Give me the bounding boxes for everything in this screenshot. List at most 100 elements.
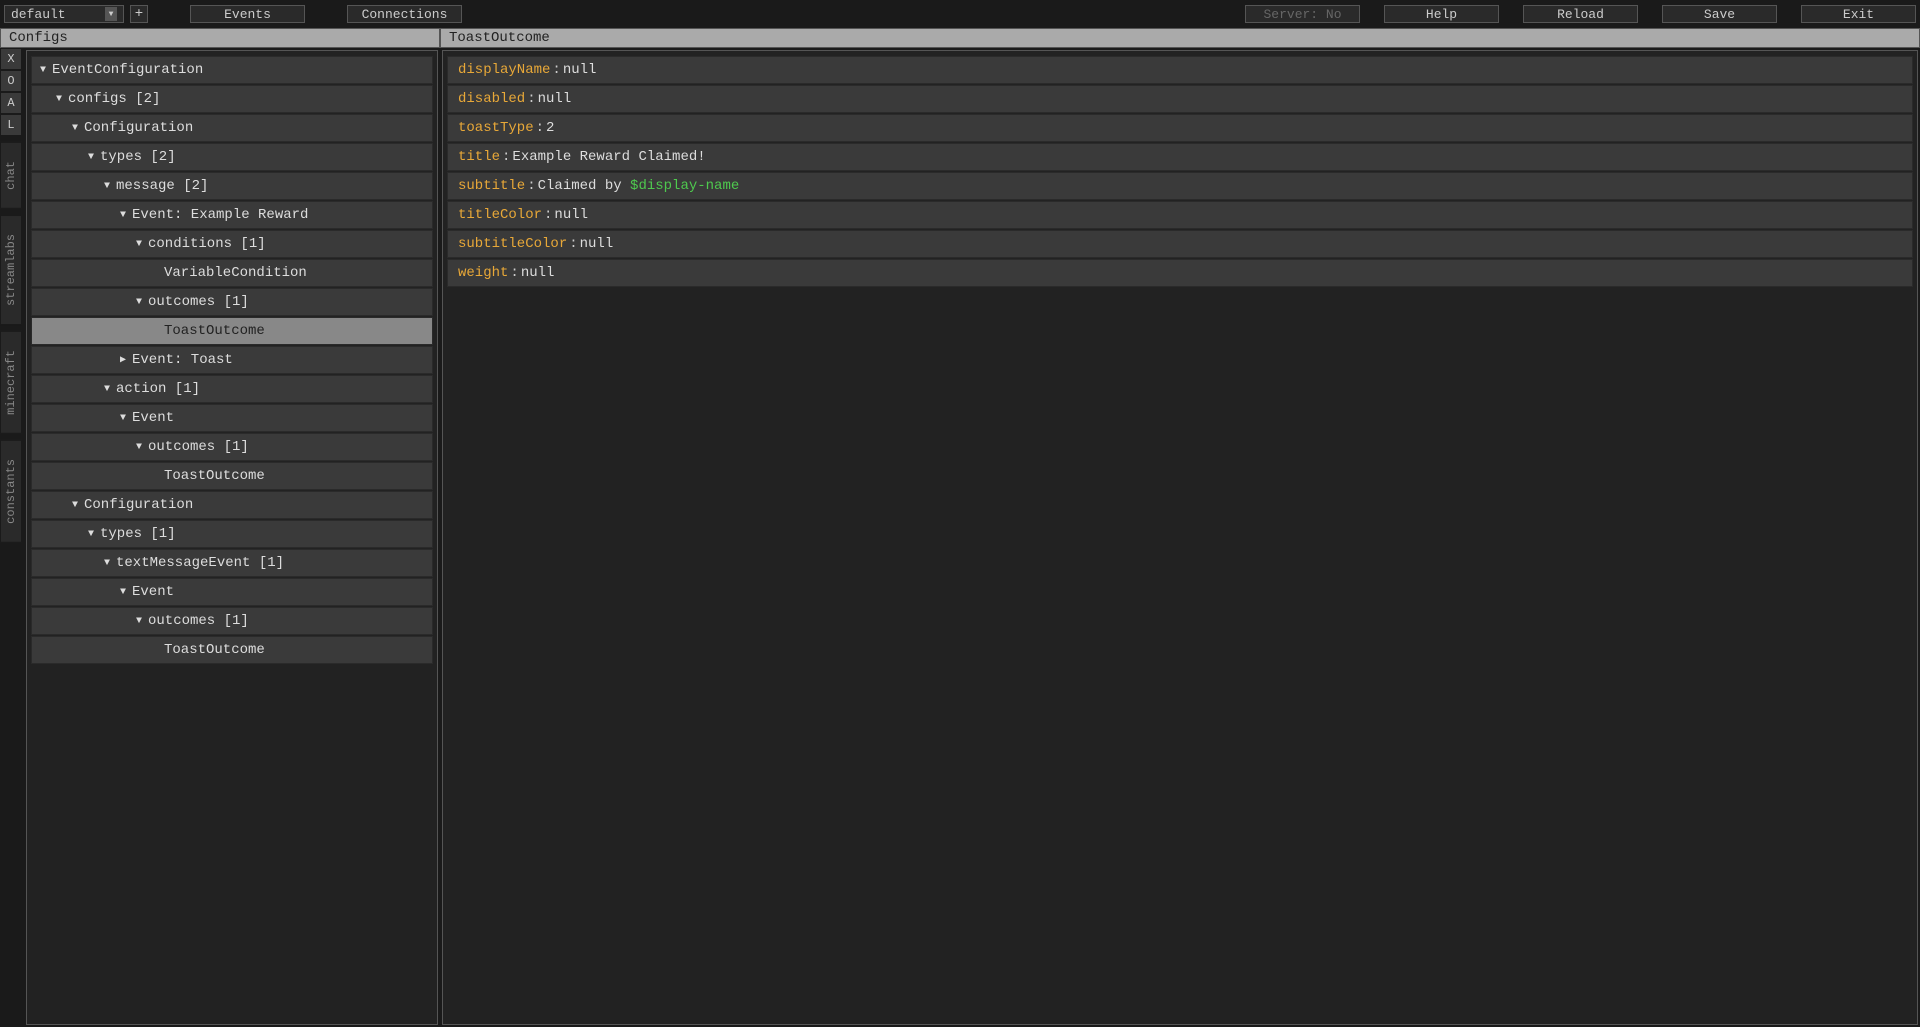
toolbar: default ▼ + Events Connections Server: N… xyxy=(0,0,1920,28)
profile-dropdown[interactable]: default ▼ xyxy=(4,5,124,23)
tree-row[interactable]: VariableCondition xyxy=(31,259,433,287)
property-value: Claimed by $display-name xyxy=(538,178,740,194)
caret-down-icon: ▼ xyxy=(88,152,100,163)
tree-row[interactable]: ▼ action [1] xyxy=(31,375,433,403)
tab-constants[interactable]: constants xyxy=(0,440,22,543)
property-row[interactable]: toastType: 2 xyxy=(447,114,1913,142)
tree-row[interactable]: ▼ Event xyxy=(31,578,433,606)
tree-label: action [1] xyxy=(116,381,200,397)
tree-row[interactable]: ▼ EventConfiguration xyxy=(31,56,433,84)
property-key: title xyxy=(458,149,500,165)
caret-down-icon: ▼ xyxy=(136,442,148,453)
property-value: null xyxy=(580,236,614,252)
exit-button[interactable]: Exit xyxy=(1801,5,1916,23)
tree-row[interactable]: ▼ textMessageEvent [1] xyxy=(31,549,433,577)
reload-button[interactable]: Reload xyxy=(1523,5,1638,23)
caret-down-icon: ▼ xyxy=(56,94,68,105)
separator: : xyxy=(502,149,510,165)
caret-down-icon: ▼ xyxy=(120,413,132,424)
tree-label: message [2] xyxy=(116,178,208,194)
caret-down-icon: ▼ xyxy=(136,616,148,627)
caret-down-icon: ▼ xyxy=(104,558,116,569)
separator: : xyxy=(510,265,518,281)
tree-label: ToastOutcome xyxy=(164,323,265,339)
tree-label: conditions [1] xyxy=(148,236,266,252)
tree-row[interactable]: ▼ Event xyxy=(31,404,433,432)
caret-down-icon: ▼ xyxy=(136,297,148,308)
tree-row[interactable]: ▼ types [2] xyxy=(31,143,433,171)
tree-row[interactable]: ▼ conditions [1] xyxy=(31,230,433,258)
caret-down-icon: ▼ xyxy=(120,587,132,598)
property-key: subtitleColor xyxy=(458,236,567,252)
property-row[interactable]: subtitleColor: null xyxy=(447,230,1913,258)
tree-row[interactable]: ToastOutcome xyxy=(31,317,433,345)
property-row[interactable]: title: Example Reward Claimed! xyxy=(447,143,1913,171)
tree-row[interactable]: ▼ Configuration xyxy=(31,114,433,142)
caret-down-icon: ▼ xyxy=(104,181,116,192)
tree-row[interactable]: ▶ Event: Toast xyxy=(31,346,433,374)
tree-row[interactable]: ▼ outcomes [1] xyxy=(31,607,433,635)
caret-down-icon: ▼ xyxy=(72,500,84,511)
separator: : xyxy=(536,120,544,136)
tree-row[interactable]: ▼ outcomes [1] xyxy=(31,433,433,461)
separator: : xyxy=(527,91,535,107)
tree-row[interactable]: ▼ message [2] xyxy=(31,172,433,200)
tree-label: VariableCondition xyxy=(164,265,307,281)
property-value: null xyxy=(554,207,588,223)
right-panel: ToastOutcome displayName: nulldisabled: … xyxy=(440,28,1920,1027)
separator: : xyxy=(552,62,560,78)
tree-row[interactable]: ▼ types [1] xyxy=(31,520,433,548)
tree-label: Event: Example Reward xyxy=(132,207,308,223)
property-key: weight xyxy=(458,265,508,281)
caret-down-icon: ▼ xyxy=(136,239,148,250)
tree-label: textMessageEvent [1] xyxy=(116,555,284,571)
dropdown-value: default xyxy=(11,7,66,22)
tree-label: types [1] xyxy=(100,526,176,542)
tree-row[interactable]: ▼ Configuration xyxy=(31,491,433,519)
tree-row[interactable]: ToastOutcome xyxy=(31,462,433,490)
save-button[interactable]: Save xyxy=(1662,5,1777,23)
property-key: titleColor xyxy=(458,207,542,223)
add-button[interactable]: + xyxy=(130,5,148,23)
property-key: subtitle xyxy=(458,178,525,194)
property-value: null xyxy=(538,91,572,107)
property-value: Example Reward Claimed! xyxy=(512,149,705,165)
sidebar-tabs: X O A L chat streamlabs minecraft consta… xyxy=(0,48,24,1027)
property-value: null xyxy=(563,62,597,78)
body: Configs X O A L chat streamlabs minecraf… xyxy=(0,28,1920,1027)
tree-label: EventConfiguration xyxy=(52,62,203,78)
caret-down-icon: ▼ xyxy=(72,123,84,134)
property-list: displayName: nulldisabled: nulltoastType… xyxy=(442,50,1918,1025)
caret-down-icon: ▼ xyxy=(88,529,100,540)
property-row[interactable]: disabled: null xyxy=(447,85,1913,113)
tool-o[interactable]: O xyxy=(0,70,22,92)
tool-a[interactable]: A xyxy=(0,92,22,114)
tree-label: Configuration xyxy=(84,120,193,136)
caret-right-icon: ▶ xyxy=(120,354,132,366)
tab-streamlabs[interactable]: streamlabs xyxy=(0,215,22,325)
tab-minecraft[interactable]: minecraft xyxy=(0,331,22,434)
tree-label: Event xyxy=(132,584,174,600)
property-value: null xyxy=(521,265,555,281)
tree-row[interactable]: ▼ Event: Example Reward xyxy=(31,201,433,229)
tree-label: outcomes [1] xyxy=(148,439,249,455)
property-key: displayName xyxy=(458,62,550,78)
property-value: 2 xyxy=(546,120,554,136)
property-row[interactable]: displayName: null xyxy=(447,56,1913,84)
property-row[interactable]: weight: null xyxy=(447,259,1913,287)
events-button[interactable]: Events xyxy=(190,5,305,23)
tab-chat[interactable]: chat xyxy=(0,142,22,209)
tree-row[interactable]: ToastOutcome xyxy=(31,636,433,664)
property-row[interactable]: titleColor: null xyxy=(447,201,1913,229)
tree-label: Event xyxy=(132,410,174,426)
property-row[interactable]: subtitle: Claimed by $display-name xyxy=(447,172,1913,200)
left-panel: Configs X O A L chat streamlabs minecraf… xyxy=(0,28,440,1027)
tree-label: ToastOutcome xyxy=(164,642,265,658)
tool-x[interactable]: X xyxy=(0,48,22,70)
tree-row[interactable]: ▼ configs [2] xyxy=(31,85,433,113)
tree-row[interactable]: ▼ outcomes [1] xyxy=(31,288,433,316)
connections-button[interactable]: Connections xyxy=(347,5,462,23)
help-button[interactable]: Help xyxy=(1384,5,1499,23)
tree-label: Event: Toast xyxy=(132,352,233,368)
tool-l[interactable]: L xyxy=(0,114,22,136)
